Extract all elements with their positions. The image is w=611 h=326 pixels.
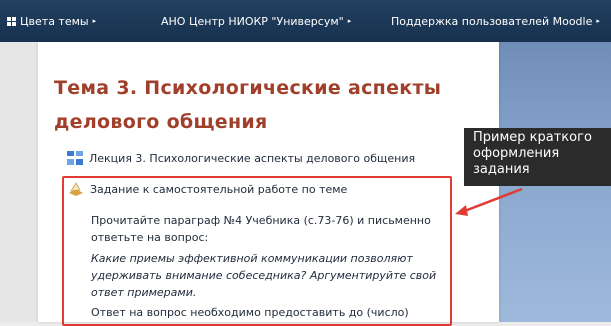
grid-icon: [7, 16, 16, 26]
caret-right-icon: ▸: [347, 17, 352, 25]
support-label: Поддержка пользователей Moodle: [391, 14, 593, 28]
annotation-callout: Пример краткого оформления задания: [464, 128, 611, 186]
caret-right-icon: ▸: [92, 17, 97, 25]
activity-label: Задание к самостоятельной работе по теме: [90, 182, 348, 196]
page-icon: [67, 151, 83, 165]
theme-colors-label: Цвета темы: [20, 14, 89, 28]
section-title: Тема 3. Психологические аспекты делового…: [54, 77, 442, 133]
top-navigation-bar: Цвета темы ▸ АНО Центр НИОКР "Универсум"…: [0, 0, 611, 42]
assignment-instruction: Прочитайте параграф №4 Учебника (с.73-76…: [91, 214, 431, 244]
activity-lecture-link[interactable]: Лекция 3. Психологические аспекты делово…: [66, 150, 415, 166]
assignment-question: Какие приемы эффективной коммуникации по…: [91, 252, 437, 299]
theme-colors-menu[interactable]: Цвета темы ▸: [7, 0, 96, 42]
assignment-icon: [69, 182, 83, 196]
assignment-deadline: Ответ на вопрос необходимо предоставить …: [91, 306, 409, 319]
org-menu[interactable]: АНО Центр НИОКР "Универсум" ▸: [161, 0, 351, 42]
support-menu[interactable]: Поддержка пользователей Moodle ▸: [391, 0, 600, 42]
org-label: АНО Центр НИОКР "Универсум": [161, 14, 344, 28]
callout-text: Пример краткого оформления задания: [473, 130, 592, 177]
activity-label: Лекция 3. Психологические аспекты делово…: [89, 151, 416, 165]
left-gutter: [0, 42, 38, 322]
caret-right-icon: ▸: [596, 17, 600, 25]
activity-assignment-link[interactable]: Задание к самостоятельной работе по теме: [67, 181, 347, 197]
